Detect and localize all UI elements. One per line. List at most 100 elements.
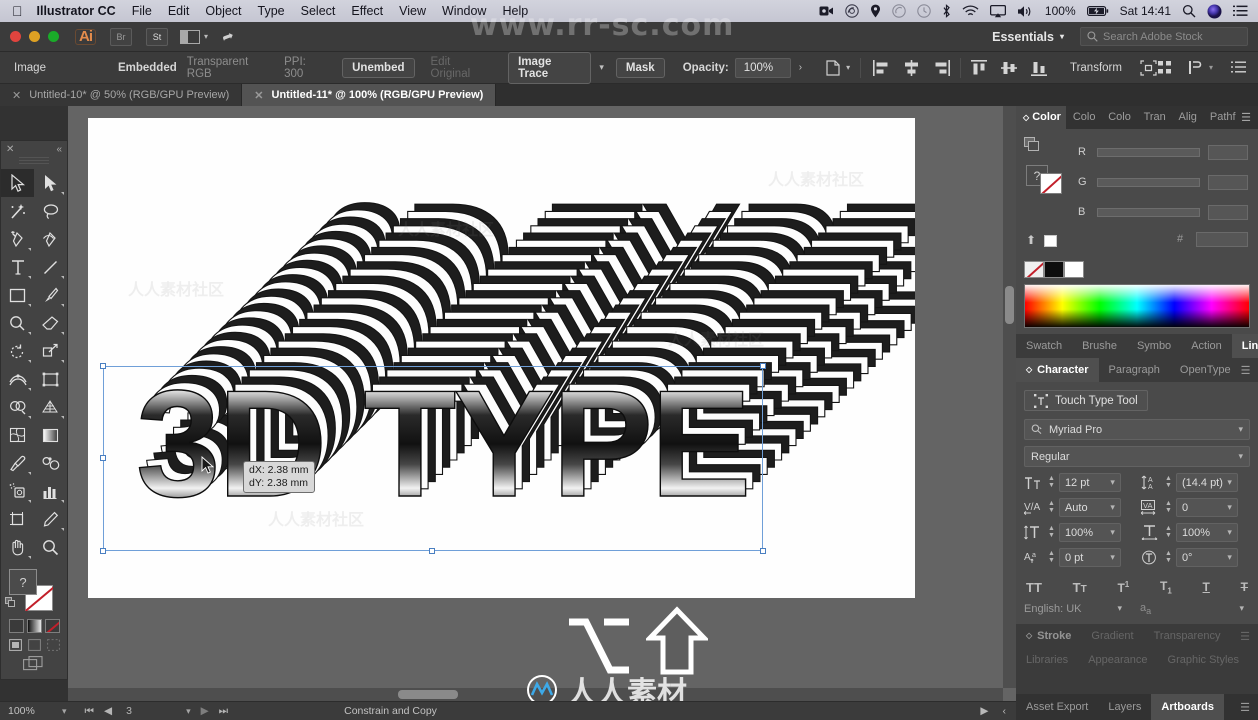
opacity-input[interactable]: 100% <box>734 57 791 78</box>
color-swatch-icon[interactable] <box>8 619 24 633</box>
draw-inside-icon[interactable] <box>46 639 60 651</box>
wifi-icon[interactable] <box>962 4 979 18</box>
chevron-down-icon[interactable]: ▾ <box>1209 63 1213 72</box>
chevron-down-icon[interactable]: ▾ <box>599 62 604 73</box>
tab-actions[interactable]: Action <box>1181 334 1232 358</box>
none-swatch-icon[interactable] <box>1040 173 1062 194</box>
slider-g[interactable] <box>1097 177 1200 187</box>
preferences-grid-icon[interactable] <box>1157 60 1172 75</box>
column-graph-tool[interactable] <box>34 477 67 505</box>
tab-color-themes[interactable]: Colo <box>1101 106 1136 129</box>
tab-swatches[interactable]: Swatch <box>1016 334 1072 358</box>
shape-builder-tool[interactable] <box>1 393 34 421</box>
rectangle-tool[interactable] <box>1 281 34 309</box>
font-size-stepper[interactable]: ▲ ▼ <box>1048 475 1055 489</box>
hand-tool[interactable] <box>1 533 34 561</box>
align-vertical-center-icon[interactable] <box>1000 60 1018 76</box>
align-bottom-icon[interactable] <box>1030 60 1048 76</box>
selection-handle-bc[interactable] <box>429 548 435 554</box>
gradient-tool[interactable] <box>34 421 67 449</box>
isolate-selection-icon[interactable] <box>1140 59 1157 76</box>
image-trace-button[interactable]: Image Trace <box>508 51 592 84</box>
vertical-scrollbar-thumb[interactable] <box>1005 286 1014 324</box>
tab-libraries[interactable]: Libraries <box>1016 648 1078 672</box>
magic-wand-tool[interactable] <box>1 197 34 225</box>
align-horizontal-center-icon[interactable] <box>903 59 920 76</box>
tab-brushes[interactable]: Brushe <box>1072 334 1127 358</box>
rocket-icon[interactable]: ➦ <box>219 27 236 47</box>
vertical-scale-input[interactable]: 100% ▾ <box>1058 523 1121 542</box>
tab-appearance[interactable]: Appearance <box>1078 648 1157 672</box>
tab-transparency[interactable]: Transparency <box>1144 624 1231 648</box>
return-arrow-icon[interactable]: ⬆ <box>1026 233 1036 247</box>
line-segment-tool[interactable] <box>34 253 67 281</box>
search-input[interactable]: Search Adobe Stock <box>1080 27 1248 46</box>
black-swatch-icon[interactable] <box>1044 261 1064 278</box>
selection-handle-bl[interactable] <box>100 548 106 554</box>
chevron-down-icon[interactable]: ▾ <box>1117 603 1122 614</box>
tab-asset-export[interactable]: Asset Export <box>1016 694 1098 720</box>
menu-object[interactable]: Object <box>205 4 241 18</box>
value-b[interactable] <box>1208 204 1248 220</box>
language-select[interactable]: English: UK ▾ <box>1024 599 1128 618</box>
tab-links[interactable]: Links <box>1231 334 1258 358</box>
resize-grip-icon[interactable]: ‹ <box>1003 705 1007 717</box>
chevron-down-icon[interactable]: ▾ <box>62 706 67 717</box>
creative-cloud-icon[interactable] <box>845 4 859 18</box>
gradient-swatch-icon[interactable] <box>26 619 42 633</box>
vertical-scale-stepper[interactable]: ▲ ▼ <box>1048 525 1055 539</box>
embed-state-label[interactable]: Embedded <box>118 62 177 74</box>
scale-tool[interactable] <box>34 337 67 365</box>
selection-handle-tr[interactable] <box>760 363 766 369</box>
slider-r[interactable] <box>1097 147 1200 157</box>
menu-window[interactable]: Window <box>442 4 486 18</box>
value-g[interactable] <box>1208 174 1248 190</box>
tab-align[interactable]: Alig <box>1172 106 1203 129</box>
panel-menu-icon[interactable]: ☰ <box>1240 701 1258 714</box>
chevron-down-icon[interactable]: ▾ <box>1227 552 1232 563</box>
battery-charging-icon[interactable] <box>1086 5 1109 17</box>
baseline-shift-stepper[interactable]: ▲ ▼ <box>1048 550 1055 564</box>
color-slider-g[interactable]: G <box>1078 167 1248 197</box>
canvas-area[interactable]: 3D TYPE 3D TYPE 3D TYPE 3D TYPE 3D TYPE 3D T… <box>68 106 1016 701</box>
lasso-tool[interactable] <box>34 197 67 225</box>
chevron-down-icon[interactable]: ▾ <box>1227 502 1232 513</box>
fill-swatch[interactable]: ? <box>9 569 37 595</box>
location-icon[interactable] <box>870 4 881 18</box>
align-right-icon[interactable] <box>933 59 951 76</box>
workspace-switcher[interactable]: Essentials ▾ <box>992 30 1064 44</box>
search-icon[interactable] <box>1182 4 1196 18</box>
eyedropper-tool[interactable] <box>1 449 34 477</box>
volume-icon[interactable] <box>1017 5 1034 18</box>
white-swatch-icon[interactable] <box>1064 261 1084 278</box>
vertical-scrollbar[interactable] <box>1003 106 1016 688</box>
color-spectrum-ramp[interactable] <box>1024 284 1250 328</box>
font-style-input[interactable]: Regular ▾ <box>1024 446 1250 467</box>
hex-input[interactable] <box>1196 231 1248 247</box>
close-icon[interactable]: ✕ <box>6 144 14 155</box>
transform-button[interactable]: Transform <box>1070 62 1122 74</box>
bluetooth-icon[interactable] <box>942 4 951 18</box>
chevron-down-icon[interactable]: ▾ <box>1110 552 1115 563</box>
baseline-shift-input[interactable]: 0 pt ▾ <box>1058 548 1121 567</box>
tab-color-guide[interactable]: Colo <box>1066 106 1101 129</box>
menu-type[interactable]: Type <box>258 4 285 18</box>
unembed-button[interactable]: Unembed <box>342 57 415 78</box>
tracking-stepper[interactable]: ▲ ▼ <box>1165 500 1172 514</box>
align-top-icon[interactable] <box>970 59 988 76</box>
chevron-down-icon[interactable]: ▾ <box>1239 603 1244 614</box>
perspective-grid-tool[interactable] <box>34 393 67 421</box>
rotate-tool[interactable] <box>1 337 34 365</box>
tab-paragraph[interactable]: Paragraph <box>1099 358 1170 382</box>
artboard[interactable]: 3D TYPE 3D TYPE 3D TYPE 3D TYPE 3D TYPE 3D T… <box>88 118 915 598</box>
stock-button[interactable]: St <box>146 27 168 46</box>
close-icon[interactable]: ✕ <box>12 89 21 102</box>
chevron-down-icon[interactable]: ▾ <box>1110 527 1115 538</box>
leading-input[interactable]: (14.4 pt) ▾ <box>1175 473 1238 492</box>
direct-selection-tool[interactable] <box>34 169 67 197</box>
mask-button[interactable]: Mask <box>615 57 665 78</box>
menu-app-name[interactable]: Illustrator CC <box>37 4 116 18</box>
selection-tool[interactable] <box>1 169 34 197</box>
panel-menu-icon[interactable]: ☰ <box>1240 630 1258 643</box>
close-icon[interactable]: ✕ <box>254 89 263 102</box>
